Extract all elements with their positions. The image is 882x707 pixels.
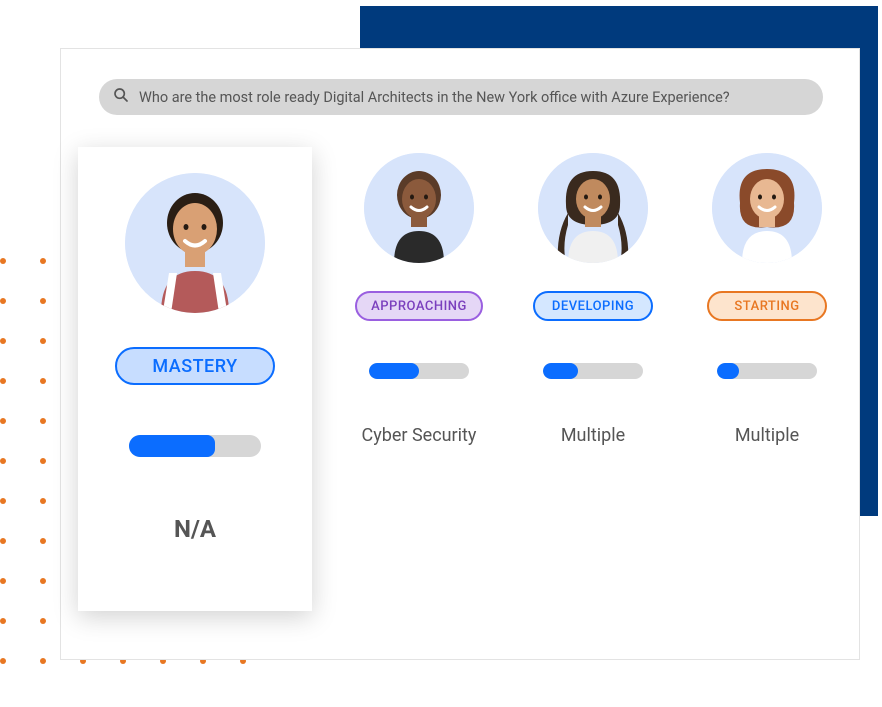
- search-query-text: Who are the most role ready Digital Arch…: [139, 89, 730, 106]
- avatar: [125, 173, 265, 313]
- progress-bar: [717, 363, 817, 379]
- specialty-label: Multiple: [561, 425, 625, 446]
- avatar: [364, 153, 474, 263]
- candidate-list: APPROACHING Cyber Security: [339, 153, 847, 446]
- candidate-card[interactable]: DEVELOPING Multiple: [513, 153, 673, 446]
- specialty-label: Multiple: [735, 425, 799, 446]
- progress-bar: [543, 363, 643, 379]
- progress-fill: [717, 363, 739, 379]
- level-badge: DEVELOPING: [533, 291, 653, 321]
- progress-fill: [543, 363, 578, 379]
- search-icon: [113, 87, 129, 107]
- candidate-card[interactable]: APPROACHING Cyber Security: [339, 153, 499, 446]
- progress-fill: [369, 363, 419, 379]
- specialty-label: N/A: [174, 515, 216, 543]
- search-bar[interactable]: Who are the most role ready Digital Arch…: [99, 79, 823, 115]
- progress-fill: [129, 435, 215, 457]
- avatar: [538, 153, 648, 263]
- avatar: [712, 153, 822, 263]
- level-badge: MASTERY: [115, 347, 275, 385]
- progress-bar: [369, 363, 469, 379]
- level-badge: APPROACHING: [355, 291, 483, 321]
- level-badge: STARTING: [707, 291, 827, 321]
- featured-candidate-card[interactable]: MASTERY N/A: [78, 147, 312, 611]
- specialty-label: Cyber Security: [362, 425, 477, 446]
- progress-bar: [129, 435, 261, 457]
- candidate-card[interactable]: STARTING Multiple: [687, 153, 847, 446]
